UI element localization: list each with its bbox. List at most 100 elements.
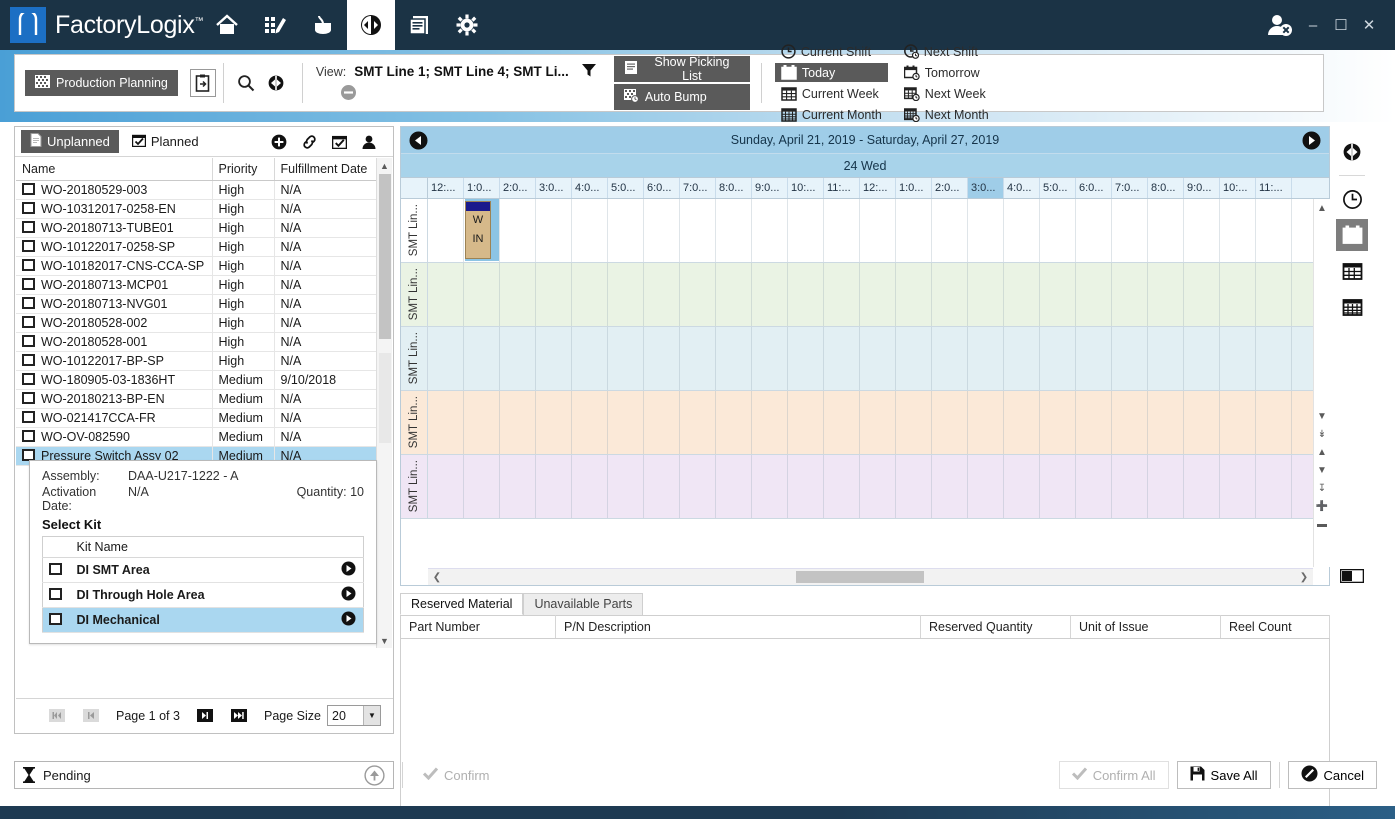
gantt-cell[interactable] <box>680 455 716 518</box>
gantt-cell[interactable] <box>644 199 680 262</box>
nav-design-icon[interactable] <box>251 0 299 50</box>
week-calendar-icon[interactable] <box>1336 255 1368 287</box>
gantt-cell[interactable] <box>1220 199 1256 262</box>
view-value[interactable]: SMT Line 1; SMT Line 4; SMT Li... <box>354 64 569 79</box>
gantt-cell[interactable] <box>680 199 716 262</box>
month-calendar-icon[interactable] <box>1336 291 1368 323</box>
gantt-cell[interactable] <box>1004 263 1040 326</box>
gantt-top-most-icon[interactable]: ↡ <box>1314 425 1331 443</box>
gantt-cell[interactable] <box>572 199 608 262</box>
gantt-cell[interactable] <box>968 263 1004 326</box>
search-icon[interactable] <box>231 68 261 98</box>
gantt-cell[interactable] <box>572 263 608 326</box>
gantt-hour-cell[interactable]: 11:... <box>1256 178 1292 198</box>
gantt-cell[interactable] <box>644 327 680 390</box>
gantt-cell[interactable] <box>572 391 608 454</box>
maximize-button[interactable]: ☐ <box>1327 10 1355 40</box>
gantt-hour-cell[interactable]: 2:0... <box>500 178 536 198</box>
gantt-cell[interactable] <box>716 199 752 262</box>
gantt-cell[interactable] <box>644 263 680 326</box>
gantt-cell[interactable] <box>572 455 608 518</box>
gantt-cell[interactable] <box>644 391 680 454</box>
gantt-hour-cell[interactable]: 1:0... <box>464 178 500 198</box>
gantt-resource-label[interactable]: SMT Lin... <box>401 327 428 390</box>
save-all-button[interactable]: Save All <box>1177 761 1271 789</box>
gantt-cell[interactable] <box>1076 263 1112 326</box>
table-row[interactable]: WO-10122017-0258-SPHighN/A <box>16 238 378 257</box>
gantt-cell[interactable] <box>1004 455 1040 518</box>
table-row[interactable]: WO-20180529-003HighN/A <box>16 181 378 200</box>
gantt-resource-label[interactable]: SMT Lin... <box>401 199 428 262</box>
table-row[interactable]: WO-180905-03-1836HTMedium9/10/2018 <box>16 371 378 390</box>
gantt-resource-label[interactable]: SMT Lin... <box>401 391 428 454</box>
day-calendar-icon[interactable] <box>1336 219 1368 251</box>
refresh-schedule-icon[interactable] <box>1336 136 1368 168</box>
gantt-hour-cell[interactable]: 4:0... <box>572 178 608 198</box>
row-checkbox[interactable] <box>22 316 35 328</box>
time-range-next-week-button[interactable]: Next Week <box>898 84 995 103</box>
gantt-cell[interactable] <box>1040 263 1076 326</box>
gantt-cell[interactable] <box>1184 199 1220 262</box>
gantt-cell[interactable] <box>1076 391 1112 454</box>
gantt-hour-cell[interactable]: 4:0... <box>1004 178 1040 198</box>
collapse-circle-icon[interactable] <box>340 84 610 104</box>
gantt-cell[interactable] <box>1256 199 1292 262</box>
gantt-cell[interactable] <box>500 327 536 390</box>
gantt-move-up-icon[interactable]: ▲ <box>1314 443 1331 461</box>
gantt-task-block[interactable]: WIN <box>465 201 491 259</box>
approve-icon[interactable] <box>332 134 347 149</box>
gantt-cell[interactable] <box>860 391 896 454</box>
table-row[interactable]: WO-20180713-TUBE01HighN/A <box>16 219 378 238</box>
gantt-move-down-icon[interactable]: ▼ <box>1314 461 1331 479</box>
gantt-cell[interactable] <box>716 455 752 518</box>
gantt-resource-label[interactable]: SMT Lin... <box>401 263 428 326</box>
gantt-cell[interactable] <box>1148 455 1184 518</box>
gantt-cell[interactable] <box>1112 327 1148 390</box>
gantt-cell[interactable] <box>788 327 824 390</box>
kit-open-arrow-icon[interactable] <box>341 561 356 576</box>
gantt-cell[interactable] <box>1112 263 1148 326</box>
table-row[interactable]: WO-20180528-002HighN/A <box>16 314 378 333</box>
nav-settings-gear-icon[interactable] <box>443 0 491 50</box>
gantt-cell[interactable] <box>932 391 968 454</box>
gantt-hour-cell[interactable]: 3:0... <box>968 178 1004 198</box>
confirm-all-button[interactable]: Confirm All <box>1059 761 1169 789</box>
column-name[interactable]: Name <box>16 158 212 181</box>
first-page-button[interactable] <box>48 708 66 723</box>
gantt-horizontal-thumb[interactable] <box>796 571 924 583</box>
gantt-hour-cell[interactable]: 12:... <box>860 178 896 198</box>
gantt-scroll-track[interactable] <box>1314 217 1331 407</box>
gantt-cell[interactable] <box>824 199 860 262</box>
gantt-cell[interactable] <box>680 263 716 326</box>
table-row[interactable]: WO-10312017-0258-ENHighN/A <box>16 200 378 219</box>
nav-materials-icon[interactable] <box>299 0 347 50</box>
kit-row[interactable]: DI SMT Area <box>43 558 364 583</box>
kit-row[interactable]: DI Mechanical <box>43 608 364 633</box>
row-checkbox[interactable] <box>22 278 35 290</box>
gantt-cell[interactable] <box>932 199 968 262</box>
gantt-cell[interactable] <box>1112 391 1148 454</box>
table-row[interactable]: WO-10182017-CNS-CCA-SPHighN/A <box>16 257 378 276</box>
work-order-scrollbar[interactable]: ▲ ▼ <box>376 158 392 648</box>
gantt-scroll-left-icon[interactable]: ❮ <box>430 570 444 584</box>
time-range-current-week-button[interactable]: Current Week <box>775 84 888 103</box>
gantt-hour-cell[interactable]: 3:0... <box>536 178 572 198</box>
kit-open-arrow-icon[interactable] <box>341 586 356 601</box>
gantt-cell[interactable] <box>1112 455 1148 518</box>
gantt-prev-arrow-icon[interactable] <box>409 131 428 150</box>
gantt-hour-cell[interactable]: 6:0... <box>1076 178 1112 198</box>
row-checkbox[interactable] <box>22 392 35 404</box>
gantt-cell[interactable] <box>824 263 860 326</box>
gantt-cell[interactable] <box>500 263 536 326</box>
last-page-button[interactable] <box>230 708 248 723</box>
gantt-cell[interactable] <box>968 391 1004 454</box>
gantt-hour-cell[interactable]: 7:0... <box>680 178 716 198</box>
gantt-cell[interactable] <box>1256 263 1292 326</box>
gantt-hour-cell[interactable]: 1:0... <box>896 178 932 198</box>
gantt-next-arrow-icon[interactable] <box>1302 131 1321 150</box>
gantt-cell[interactable] <box>716 391 752 454</box>
gantt-cell[interactable] <box>788 263 824 326</box>
gantt-bottom-most-icon[interactable]: ↧ <box>1314 479 1331 497</box>
user-signout-icon[interactable] <box>1259 10 1299 40</box>
kit-checkbox[interactable] <box>49 613 62 625</box>
